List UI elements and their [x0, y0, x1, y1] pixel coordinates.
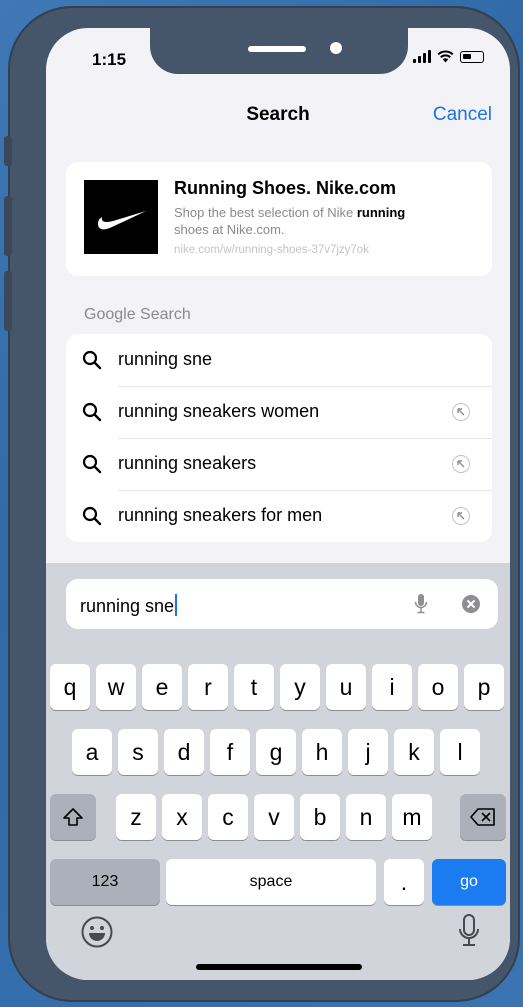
shift-icon — [63, 808, 83, 826]
fill-arrow-icon[interactable] — [452, 455, 470, 473]
key-t[interactable]: t — [234, 664, 274, 710]
space-key[interactable]: space — [166, 859, 376, 905]
key-d[interactable]: d — [164, 729, 204, 775]
emoji-icon[interactable] — [80, 915, 114, 949]
key-z[interactable]: z — [116, 794, 156, 840]
search-icon — [82, 506, 102, 526]
volume-up-button — [4, 196, 12, 256]
microphone-icon[interactable] — [414, 593, 428, 615]
backspace-key[interactable] — [460, 794, 506, 840]
search-input-value: running sne — [80, 594, 178, 617]
key-r[interactable]: r — [188, 664, 228, 710]
suggestion-text: running sneakers — [118, 453, 257, 473]
keyboard-area: running sne qwertyuiop asdfghjkl zxcvbnm… — [46, 563, 510, 980]
fill-arrow-icon[interactable] — [452, 403, 470, 421]
numbers-key[interactable]: 123 — [50, 859, 160, 905]
key-k[interactable]: k — [394, 729, 434, 775]
key-c[interactable]: c — [208, 794, 248, 840]
period-key[interactable]: . — [384, 859, 424, 905]
top-hit-description: Shop the best selection of Nike running s… — [174, 205, 406, 237]
cancel-button[interactable]: Cancel — [433, 104, 492, 126]
key-q[interactable]: q — [50, 664, 90, 710]
top-hit-url: nike.com/w/running-shoes-37v7jzy7ok — [174, 244, 369, 256]
battery-icon — [460, 50, 484, 63]
screen: 1:15 Search Cancel Running Shoes. Nike.c… — [46, 28, 510, 980]
front-camera — [330, 42, 342, 54]
suggestion-row[interactable]: running sneakers for men — [66, 490, 492, 542]
suggestion-text: running sneakers for men — [118, 505, 323, 525]
suggestion-text: running sneakers women — [118, 401, 320, 421]
key-o[interactable]: o — [418, 664, 458, 710]
clear-icon[interactable] — [462, 595, 480, 613]
key-i[interactable]: i — [372, 664, 412, 710]
key-b[interactable]: b — [300, 794, 340, 840]
top-hit-title: Running Shoes. Nike.com — [174, 178, 397, 198]
status-time: 1:15 — [92, 50, 127, 69]
silent-switch — [4, 136, 12, 166]
key-w[interactable]: w — [96, 664, 136, 710]
phone-frame: 1:15 Search Cancel Running Shoes. Nike.c… — [4, 6, 520, 1002]
cellular-signal-icon — [413, 50, 431, 63]
key-n[interactable]: n — [346, 794, 386, 840]
home-indicator[interactable] — [196, 964, 362, 970]
nike-logo — [84, 180, 158, 254]
key-a[interactable]: a — [72, 729, 112, 775]
text-caret — [175, 594, 178, 616]
key-j[interactable]: j — [348, 729, 388, 775]
search-icon — [82, 454, 102, 474]
key-v[interactable]: v — [254, 794, 294, 840]
dictation-icon[interactable] — [458, 913, 480, 949]
key-f[interactable]: f — [210, 729, 250, 775]
key-y[interactable]: y — [280, 664, 320, 710]
fill-arrow-icon[interactable] — [452, 507, 470, 525]
speaker — [248, 46, 306, 52]
suggestion-row[interactable]: running sneakers — [66, 438, 492, 490]
suggestion-text: running sne — [118, 349, 213, 369]
volume-down-button — [4, 271, 12, 331]
key-x[interactable]: x — [162, 794, 202, 840]
key-p[interactable]: p — [464, 664, 504, 710]
key-l[interactable]: l — [440, 729, 480, 775]
suggestion-row[interactable]: running sne — [66, 334, 492, 386]
search-icon — [82, 350, 102, 370]
suggestion-row[interactable]: running sneakers women — [66, 386, 492, 438]
nike-swoosh-icon — [98, 211, 146, 230]
key-u[interactable]: u — [326, 664, 366, 710]
suggestions-list: running sne running sneakers women runni… — [66, 334, 492, 542]
key-m[interactable]: m — [392, 794, 432, 840]
key-h[interactable]: h — [302, 729, 342, 775]
key-g[interactable]: g — [256, 729, 296, 775]
notch — [150, 28, 408, 74]
top-hit-card[interactable]: Running Shoes. Nike.com Shop the best se… — [66, 162, 492, 276]
backspace-icon — [470, 808, 495, 826]
status-icons — [413, 50, 484, 63]
search-icon — [82, 402, 102, 422]
key-e[interactable]: e — [142, 664, 182, 710]
go-key[interactable]: go — [432, 859, 506, 905]
wifi-icon — [437, 50, 454, 63]
search-input[interactable]: running sne — [66, 579, 498, 629]
key-s[interactable]: s — [118, 729, 158, 775]
shift-key[interactable] — [50, 794, 96, 840]
section-label: Google Search — [84, 306, 191, 323]
